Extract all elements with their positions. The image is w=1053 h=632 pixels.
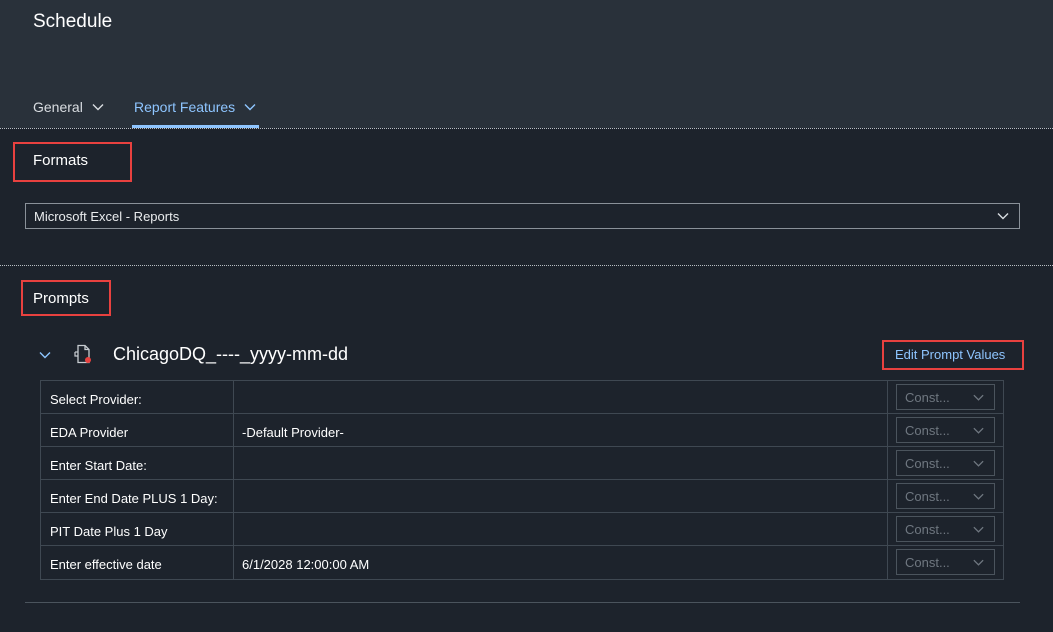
prompt-value xyxy=(234,447,888,479)
header-bar: Schedule General Report Features xyxy=(0,0,1053,128)
prompt-type-cell: Const... xyxy=(888,513,1003,545)
chevron-down-icon xyxy=(973,394,984,401)
report-document-icon xyxy=(74,344,91,364)
prompt-value: -Default Provider- xyxy=(234,414,888,446)
prompt-type-value: Const... xyxy=(905,555,950,570)
prompt-label: EDA Provider xyxy=(41,414,234,446)
chevron-down-icon xyxy=(973,460,984,467)
chevron-down-icon[interactable] xyxy=(38,348,52,362)
prompt-type-dropdown[interactable]: Const... xyxy=(896,450,995,476)
tab-label: Report Features xyxy=(134,99,236,115)
prompt-type-cell: Const... xyxy=(888,414,1003,446)
format-select-value: Microsoft Excel - Reports xyxy=(34,209,180,224)
table-row: Enter Start Date: Const... xyxy=(41,447,1003,480)
section-divider xyxy=(0,265,1053,266)
prompt-type-cell: Const... xyxy=(888,381,1003,413)
prompt-type-value: Const... xyxy=(905,456,950,471)
prompt-type-value: Const... xyxy=(905,489,950,504)
tab-general[interactable]: General xyxy=(33,99,105,115)
prompt-label: Select Provider: xyxy=(41,381,234,413)
edit-prompt-values-link[interactable]: Edit Prompt Values xyxy=(895,347,1005,362)
prompt-type-dropdown[interactable]: Const... xyxy=(896,516,995,542)
prompt-label: Enter effective date xyxy=(41,546,234,579)
prompt-type-cell: Const... xyxy=(888,480,1003,512)
prompt-type-dropdown[interactable]: Const... xyxy=(896,417,995,443)
prompt-label: Enter End Date PLUS 1 Day: xyxy=(41,480,234,512)
prompt-type-value: Const... xyxy=(905,423,950,438)
prompt-value xyxy=(234,513,888,545)
section-divider xyxy=(25,602,1020,603)
prompt-type-value: Const... xyxy=(905,390,950,405)
prompt-type-cell: Const... xyxy=(888,447,1003,479)
chevron-down-icon xyxy=(92,104,104,111)
chevron-down-icon xyxy=(973,559,984,566)
format-select[interactable]: Microsoft Excel - Reports xyxy=(25,203,1020,229)
formats-heading: Formats xyxy=(33,152,89,169)
chevron-down-icon xyxy=(973,526,984,533)
chevron-down-icon xyxy=(973,427,984,434)
prompts-table: Select Provider: Const... EDA Provider -… xyxy=(40,380,1004,580)
table-row: EDA Provider -Default Provider- Const... xyxy=(41,414,1003,447)
tab-label: General xyxy=(33,99,83,115)
prompt-value xyxy=(234,480,888,512)
table-row: Enter effective date 6/1/2028 12:00:00 A… xyxy=(41,546,1003,579)
prompt-type-value: Const... xyxy=(905,522,950,537)
page-title: Schedule xyxy=(33,11,113,32)
table-row: Enter End Date PLUS 1 Day: Const... xyxy=(41,480,1003,513)
chevron-down-icon xyxy=(244,104,256,111)
chevron-down-icon xyxy=(997,213,1009,220)
table-row: Select Provider: Const... xyxy=(41,381,1003,414)
prompt-type-dropdown[interactable]: Const... xyxy=(896,483,995,509)
section-divider xyxy=(0,128,1053,129)
tab-report-features[interactable]: Report Features xyxy=(134,99,257,115)
table-row: PIT Date Plus 1 Day Const... xyxy=(41,513,1003,546)
prompt-type-cell: Const... xyxy=(888,546,1003,579)
prompt-type-dropdown[interactable]: Const... xyxy=(896,549,995,575)
prompt-label: PIT Date Plus 1 Day xyxy=(41,513,234,545)
prompt-value: 6/1/2028 12:00:00 AM xyxy=(234,546,888,579)
prompts-heading: Prompts xyxy=(33,290,89,307)
report-name: ChicagoDQ_----_yyyy-mm-dd xyxy=(113,344,349,364)
chevron-down-icon xyxy=(973,493,984,500)
prompt-value xyxy=(234,381,888,413)
prompt-type-dropdown[interactable]: Const... xyxy=(896,384,995,410)
prompt-label: Enter Start Date: xyxy=(41,447,234,479)
